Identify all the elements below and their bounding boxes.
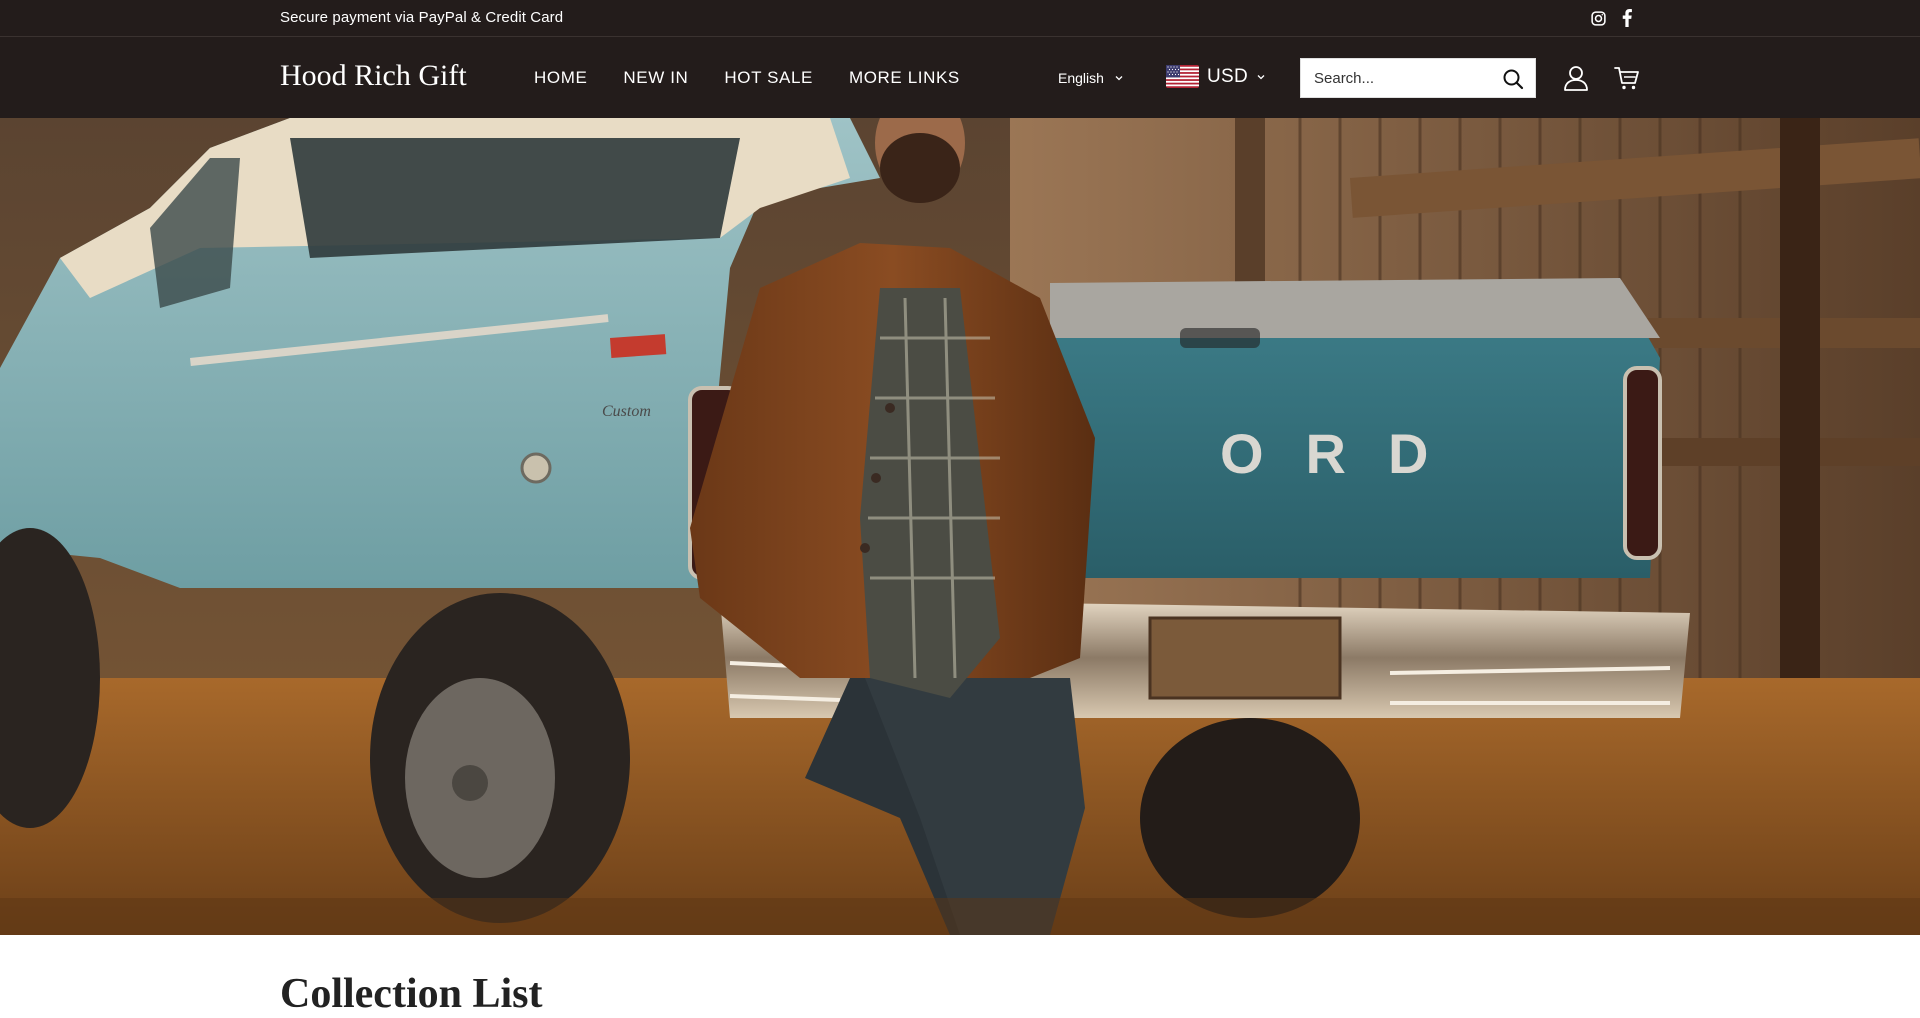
search-icon[interactable]	[1501, 67, 1525, 91]
instagram-icon[interactable]	[1588, 8, 1608, 28]
cart-icon[interactable]	[1614, 65, 1640, 91]
hero-image: Custom ORD	[0, 118, 1920, 935]
announcement-text: Secure payment via PayPal & Credit Card	[280, 9, 564, 26]
chevron-down-icon	[1257, 74, 1265, 79]
truck-lettering: ORD	[1220, 422, 1470, 485]
main-nav: HOME NEW IN HOT SALE MORE LINKS	[534, 68, 996, 88]
nav-more-links[interactable]: MORE LINKS	[849, 68, 960, 88]
site-header: Hood Rich Gift HOME NEW IN HOT SALE MORE…	[0, 36, 1920, 118]
facebook-icon[interactable]	[1617, 8, 1637, 28]
currency-code: USD	[1207, 65, 1249, 87]
search-input[interactable]	[1301, 59, 1491, 97]
language-selector[interactable]: English	[1058, 70, 1124, 86]
nav-new-in[interactable]: NEW IN	[623, 68, 688, 88]
truck-badge-text: Custom	[602, 403, 651, 420]
hero-banner[interactable]: Custom ORD	[0, 118, 1920, 935]
language-label: English	[1058, 70, 1104, 86]
currency-selector[interactable]: USD	[1166, 65, 1266, 88]
announcement-bar: Secure payment via PayPal & Credit Card	[0, 0, 1920, 36]
search-box	[1300, 58, 1536, 98]
store-logo[interactable]: Hood Rich Gift	[280, 59, 467, 93]
nav-home[interactable]: HOME	[534, 68, 587, 88]
us-flag-icon	[1166, 65, 1199, 88]
nav-hot-sale[interactable]: HOT SALE	[724, 68, 813, 88]
chevron-down-icon	[1115, 76, 1123, 81]
account-icon[interactable]	[1562, 64, 1590, 92]
section-title: Collection List	[280, 971, 543, 1017]
